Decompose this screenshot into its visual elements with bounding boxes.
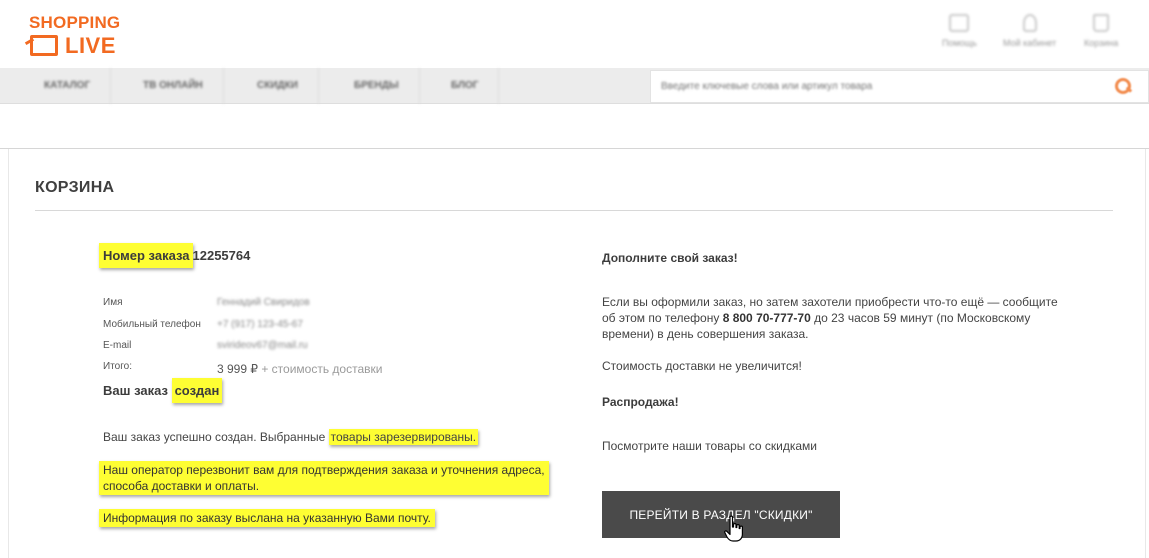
tv-icon xyxy=(30,35,58,56)
email-value: svirideov67@mail.ru xyxy=(217,340,308,351)
order-status: Ваш заказ создан xyxy=(103,378,223,403)
cart-link[interactable]: Корзина xyxy=(1084,14,1118,48)
search-icon[interactable] xyxy=(1115,78,1131,94)
help-label: Помощь xyxy=(942,38,977,48)
name-value: Геннадий Свиридов xyxy=(217,297,310,308)
account-link[interactable]: Мой кабинет xyxy=(1003,14,1056,48)
total-amount: 3 999 ₽ xyxy=(217,362,258,376)
search-input[interactable] xyxy=(651,71,1101,102)
name-label: Имя xyxy=(103,297,123,308)
upsell-text: Если вы оформили заказ, но затем захотел… xyxy=(602,294,1058,342)
chat-icon xyxy=(949,14,970,32)
order-message-callback: Наш оператор перезвонит вам для подтверж… xyxy=(99,461,549,495)
order-status-prefix: Ваш заказ xyxy=(103,383,168,398)
help-link[interactable]: Помощь xyxy=(942,14,977,48)
order-number-label: Номер заказа xyxy=(99,243,193,268)
nav-item-discounts[interactable]: Скидки xyxy=(237,68,319,104)
email-label: E-mail xyxy=(103,340,132,351)
brand-logo[interactable]: SHOPPING LIVE xyxy=(29,13,139,59)
page-title: КОРЗИНА xyxy=(35,179,115,196)
cart-icon xyxy=(1093,14,1110,32)
nav-item-catalog[interactable]: Каталог xyxy=(24,68,112,104)
logo-text-top: SHOPPING xyxy=(29,13,121,32)
sale-heading: Распродажа! xyxy=(602,395,679,409)
cart-label: Корзина xyxy=(1084,38,1119,48)
logo-text-bottom: LIVE xyxy=(65,33,116,58)
phone-value: +7 (917) 123-45-67 xyxy=(217,319,303,330)
message-callback-line1: Наш оператор перезвонит вам для подтверж… xyxy=(103,463,545,477)
hand-pointer-icon xyxy=(724,515,743,542)
order-message-email: Информация по заказу выслана на указанну… xyxy=(99,509,435,527)
delivery-note: Стоимость доставки не увеличится! xyxy=(602,359,802,373)
upsell-heading: Дополните свой заказ! xyxy=(602,251,738,265)
message-email-text: Информация по заказу выслана на указанну… xyxy=(103,511,431,525)
delivery-cost-note: + стоимость доставки xyxy=(261,362,383,376)
total-value: 3 999 ₽ + стоимость доставки xyxy=(217,362,382,376)
order-number-value: 12255764 xyxy=(192,248,251,263)
total-label: Итого: xyxy=(103,361,132,372)
title-divider xyxy=(35,210,1113,211)
nav-item-tv-online[interactable]: ТВ онлайн xyxy=(123,68,224,104)
nav-item-brands[interactable]: Бренды xyxy=(334,68,420,104)
upsell-text-line1: Если вы оформили заказ, но затем захотел… xyxy=(602,295,1058,309)
sale-text: Посмотрите наши товары со скидками xyxy=(602,439,817,453)
support-phone: 8 800 70-777-70 xyxy=(722,311,811,325)
order-message-reserved: Ваш заказ успешно создан. Выбранные това… xyxy=(103,429,479,445)
order-status-word: создан xyxy=(171,378,223,403)
message-callback-line2: способа доставки и оплаты. xyxy=(103,479,260,493)
message-reserved-highlight: товары зарезервированы. xyxy=(328,429,479,445)
order-number: Номер заказа 12255764 xyxy=(99,243,251,268)
search-box xyxy=(650,70,1149,103)
upsell-text-line2: об этом по телефону 8 800 70-777-70 до 2… xyxy=(602,310,1058,326)
nav-item-blog[interactable]: Блог xyxy=(431,68,500,104)
user-icon xyxy=(1022,14,1037,32)
upsell-text-line2-suffix: до 23 часов 59 минут (по Московскому xyxy=(814,311,1031,325)
upsell-text-line2-prefix: об этом по телефону xyxy=(602,311,720,325)
upsell-text-line3: времени) в день совершения заказа. xyxy=(602,327,809,341)
phone-label: Мобильный телефон xyxy=(103,319,201,330)
account-label: Мой кабинет xyxy=(1003,38,1057,48)
message-reserved-prefix: Ваш заказ успешно создан. Выбранные xyxy=(103,430,326,444)
go-to-discounts-button[interactable]: ПЕРЕЙТИ В РАЗДЕЛ "СКИДКИ" xyxy=(602,491,840,538)
